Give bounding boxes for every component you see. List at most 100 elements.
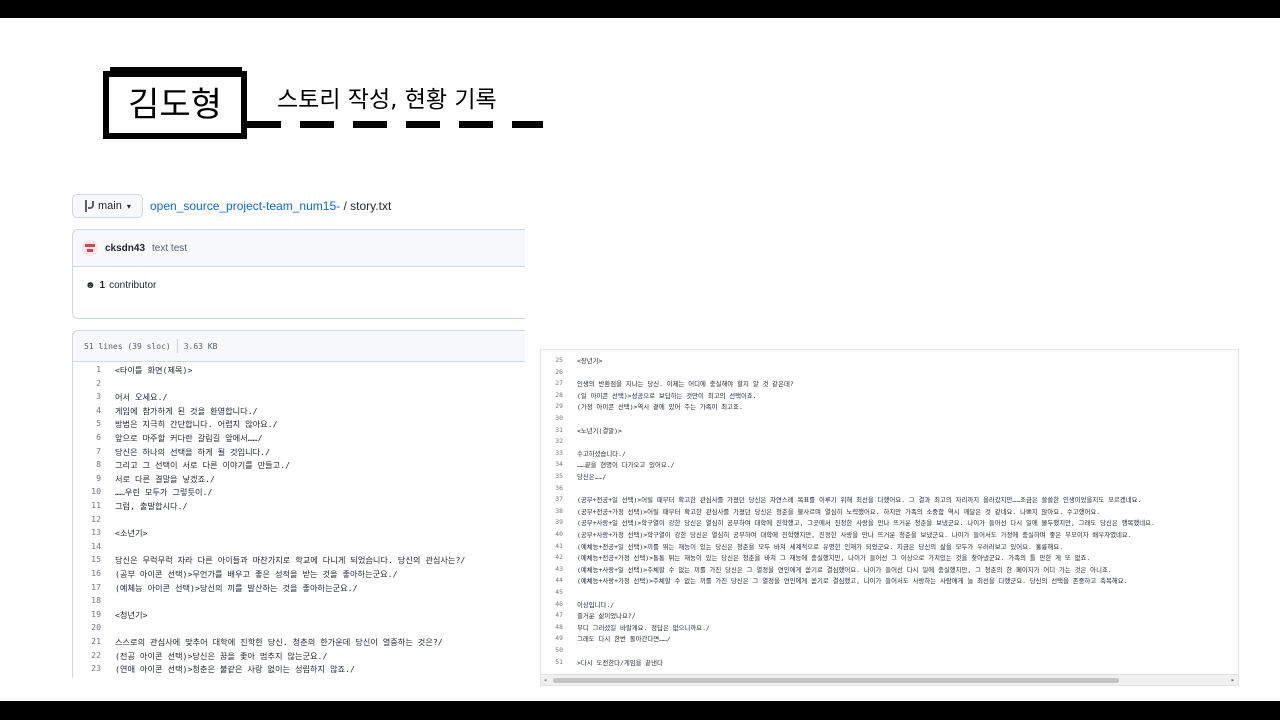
line-number[interactable]: 35 <box>541 472 563 480</box>
code-line: (일 아이콘 선택)>성공으로 보답하는 것만이 최고의 선택이죠. <box>577 391 757 400</box>
latest-commit: cksdn43 text test <box>73 230 525 267</box>
line-number[interactable]: 38 <box>541 507 563 515</box>
code-line: (연애 아이콘 선택)>청춘은 불같은 사랑 없이는 성립하지 않죠./ <box>115 664 355 675</box>
code-line: 당신은 하나의 선택을 하게 될 것입니다./ <box>115 446 271 457</box>
line-number[interactable]: 30 <box>541 414 563 422</box>
code-line: (공부+사랑+가정 선택)>학구열이 강한 당신은 열심히 공부하여 대학에 진… <box>577 531 1132 539</box>
code-line: 방법은 지극히 간단합니다. 어렵지 않아요./ <box>115 419 278 430</box>
line-number[interactable]: 6 <box>73 432 101 442</box>
commit-box: cksdn43 text test ☻ 1 contributor <box>72 229 525 319</box>
role-subtitle: 스토리 작성, 현황 기록 <box>277 87 497 113</box>
code-line: ……우린 모두가 그렇듯이./ <box>115 487 213 498</box>
line-number[interactable]: 23 <box>73 663 101 673</box>
chevron-down-icon: ▾ <box>126 201 131 211</box>
line-number[interactable]: 47 <box>541 611 563 619</box>
line-number[interactable]: 36 <box>541 484 563 492</box>
commit-message[interactable]: text test <box>152 243 187 254</box>
line-number[interactable]: 21 <box>73 636 101 646</box>
people-icon: ☻ <box>85 280 96 291</box>
branch-selector[interactable]: main ▾ <box>72 194 143 218</box>
line-number[interactable]: 51 <box>541 658 563 666</box>
line-number[interactable]: 41 <box>541 542 563 550</box>
code-line: 서로 다른 결말을 낳겠죠./ <box>115 473 215 484</box>
branch-name: main <box>98 200 122 212</box>
code-line: (예체능+전공+일 선택)>끼를 뛰는 재능이 있는 당신은 청춘을 모두 바쳐… <box>577 542 1064 551</box>
line-number[interactable]: 40 <box>541 530 563 538</box>
line-number[interactable]: 5 <box>73 418 101 428</box>
line-number[interactable]: 4 <box>73 405 101 415</box>
line-number[interactable]: 27 <box>541 379 563 387</box>
contributor-label: contributor <box>109 280 157 291</box>
horizontal-scrollbar[interactable]: ◂ ▸ <box>541 674 1238 685</box>
line-number[interactable]: 32 <box>541 437 563 445</box>
line-number[interactable]: 13 <box>73 527 101 537</box>
code-line: 수고하셨습니다./ <box>577 449 626 458</box>
line-number[interactable]: 15 <box>73 554 101 564</box>
line-number[interactable]: 46 <box>541 600 563 608</box>
line-number[interactable]: 16 <box>73 568 101 578</box>
line-number[interactable]: 10 <box>73 486 101 496</box>
code-line: 그래도 다시 한번 돌아간다면……/ <box>577 635 671 644</box>
line-number[interactable]: 42 <box>541 553 563 561</box>
code-view-continued: 25 <장년기> 26 27 인생의 반환점을 지나는 당신. 이제는 어디에 충실해야… <box>540 349 1239 686</box>
line-number[interactable]: 18 <box>73 595 101 605</box>
line-number[interactable]: 25 <box>541 356 563 364</box>
code-line: (예체능+사랑+가정 선택)>주체할 수 없는 끼를 가진 당신은 그 열정을 … <box>577 577 1128 586</box>
line-number[interactable]: 50 <box>541 646 563 654</box>
line-number[interactable]: 43 <box>541 565 563 573</box>
line-number[interactable]: 33 <box>541 449 563 457</box>
line-number[interactable]: 11 <box>73 500 101 510</box>
code-line: ……끝을 현명이 다가오고 있어요./ <box>577 461 675 470</box>
line-count: 51 lines (39 sloc) <box>84 341 171 351</box>
letterbox-bar <box>0 701 1280 720</box>
line-number[interactable]: 31 <box>541 426 563 434</box>
avatar[interactable] <box>82 240 98 256</box>
scrollbar-thumb[interactable] <box>553 678 1119 683</box>
line-number[interactable]: 12 <box>73 514 101 524</box>
repo-link[interactable]: open_source_project-team_num15- <box>150 199 340 213</box>
code-line: 어서 오세요./ <box>115 392 168 403</box>
line-number[interactable]: 19 <box>73 609 101 619</box>
line-number[interactable]: 1 <box>73 364 101 374</box>
line-number[interactable]: 34 <box>541 460 563 468</box>
line-number[interactable]: 29 <box>541 402 563 410</box>
code-line: 스스로의 관심사에 맞추어 대학에 진학한 당신. 청춘의 한가운데 당신이 열… <box>115 637 443 647</box>
code-line: (공부 아이콘 선택)>무언가를 배우고 좋은 성적을 받는 것을 좋아하는군요… <box>115 569 398 579</box>
line-number[interactable]: 14 <box>73 541 101 551</box>
commit-author[interactable]: cksdn43 <box>105 243 145 254</box>
contributors-row[interactable]: ☻ 1 contributor <box>73 267 525 304</box>
line-number[interactable]: 20 <box>73 622 101 632</box>
scroll-right-icon[interactable]: ▸ <box>1231 676 1235 684</box>
code-line: 그리고 그 선택이 서로 다른 이야기를 만들고./ <box>115 460 291 471</box>
code-line: >다시 도전한다/게임을 끝낸다 <box>577 658 663 667</box>
line-number[interactable]: 44 <box>541 576 563 584</box>
line-number[interactable]: 7 <box>73 446 101 456</box>
code-line: 당신은……/ <box>577 473 607 481</box>
line-number[interactable]: 26 <box>541 368 563 376</box>
scroll-left-icon[interactable]: ◂ <box>543 676 547 684</box>
dashed-connector <box>247 121 543 128</box>
code-line: (가정 아이콘 선택)>역시 곁에 있어 주는 가족이 최고죠. <box>577 403 743 412</box>
line-number[interactable]: 9 <box>73 473 101 483</box>
line-number[interactable]: 39 <box>541 518 563 526</box>
code-line: 그럼, 출발합시다./ <box>115 501 188 511</box>
line-number[interactable]: 45 <box>541 588 563 596</box>
code-view: 1 <타이틀 화면(제목)> 2 3 어서 오세요./4 게임에 참가하게 된 것을 환영… <box>72 362 525 678</box>
breadcrumb-separator: / <box>343 199 347 213</box>
line-number[interactable]: 28 <box>541 391 563 399</box>
code-line: <청년기> <box>115 609 148 620</box>
line-number[interactable]: 2 <box>73 378 101 388</box>
name-frame-bottom <box>110 133 242 138</box>
line-number[interactable]: 48 <box>541 623 563 631</box>
code-line: <타이틀 화면(제목)> <box>115 365 193 375</box>
line-number[interactable]: 17 <box>73 582 101 592</box>
line-number[interactable]: 8 <box>73 459 101 469</box>
line-number[interactable]: 49 <box>541 634 563 642</box>
line-number[interactable]: 37 <box>541 495 563 503</box>
line-number[interactable]: 22 <box>73 650 101 660</box>
breadcrumb: open_source_project-team_num15- / story.… <box>150 199 391 213</box>
line-number[interactable]: 3 <box>73 391 101 401</box>
code-line: (공부+사랑+일 선택)>학구열이 강한 당신은 열심히 공부하여 대학에 진학… <box>577 519 1155 528</box>
code-line: <소년기> <box>115 528 148 539</box>
git-branch-icon <box>83 200 94 212</box>
